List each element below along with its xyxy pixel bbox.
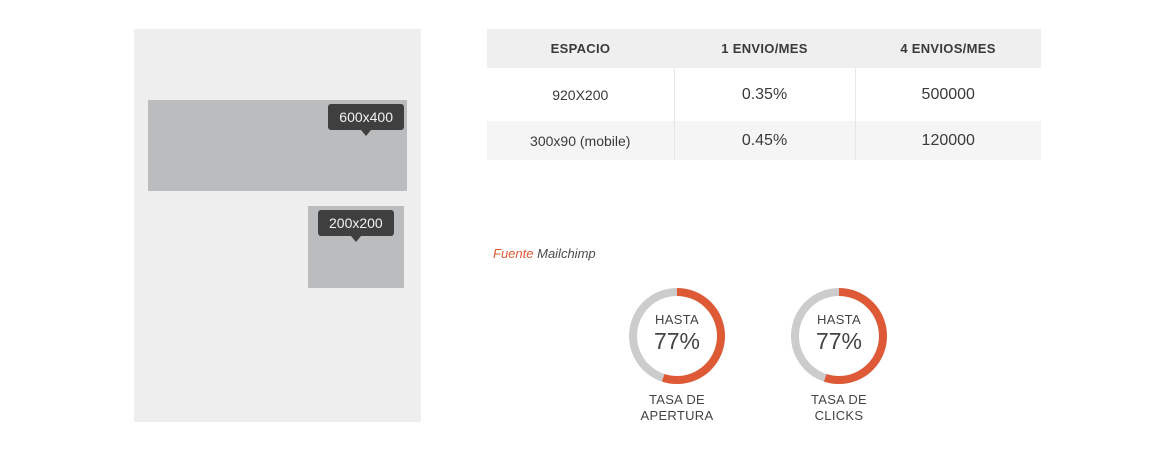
stat-kicker: HASTA [817,312,861,327]
source-note: Fuente Mailchimp [493,246,596,261]
stat-caption-line1: TASA DE [810,392,868,407]
source-label: Fuente [493,246,534,261]
stat-caption-line2: CLICKS [814,408,864,423]
header-4-envios: 4 ENVIOS/MES [855,29,1041,68]
stat-caption-line2: APERTURA [640,408,714,423]
banner-small: 200x200 [308,206,404,288]
size-tooltip-large: 600x400 [328,104,404,136]
cell-4-envios: 120000 [854,121,1041,160]
stat-kicker: HASTA [655,312,699,327]
newsletter-mockup: 600x400 200x200 [134,29,421,422]
table-row: 920X200 0.35% 500000 [487,68,1041,121]
stat-value: 77% [653,328,701,354]
source-name: Mailchimp [537,246,596,261]
cell-1-envio: 0.35% [673,68,855,121]
pricing-table: ESPACIO 1 ENVIO/MES 4 ENVIOS/MES 920X200… [487,29,1041,160]
stat-open-rate: HASTA 77% TASA DE APERTURA [627,286,727,426]
banner-large: 600x400 [148,100,407,191]
size-tooltip-small: 200x200 [318,210,394,242]
cell-space: 300x90 (mobile) [487,121,674,160]
stat-caption-line1: TASA DE [648,392,706,407]
cell-4-envios: 500000 [854,68,1041,121]
stat-click-rate: HASTA 77% TASA DE CLICKS [789,286,889,426]
stat-caption: TASA DE APERTURA [607,392,747,424]
table-header-row: ESPACIO 1 ENVIO/MES 4 ENVIOS/MES [487,29,1041,68]
header-1-envio: 1 ENVIO/MES [674,29,855,68]
stat-caption: TASA DE CLICKS [769,392,909,424]
table-row: 300x90 (mobile) 0.45% 120000 [487,121,1041,160]
header-espacio: ESPACIO [487,29,674,68]
stat-value: 77% [815,328,863,354]
cell-space: 920X200 [487,68,674,121]
cell-1-envio: 0.45% [673,121,855,160]
